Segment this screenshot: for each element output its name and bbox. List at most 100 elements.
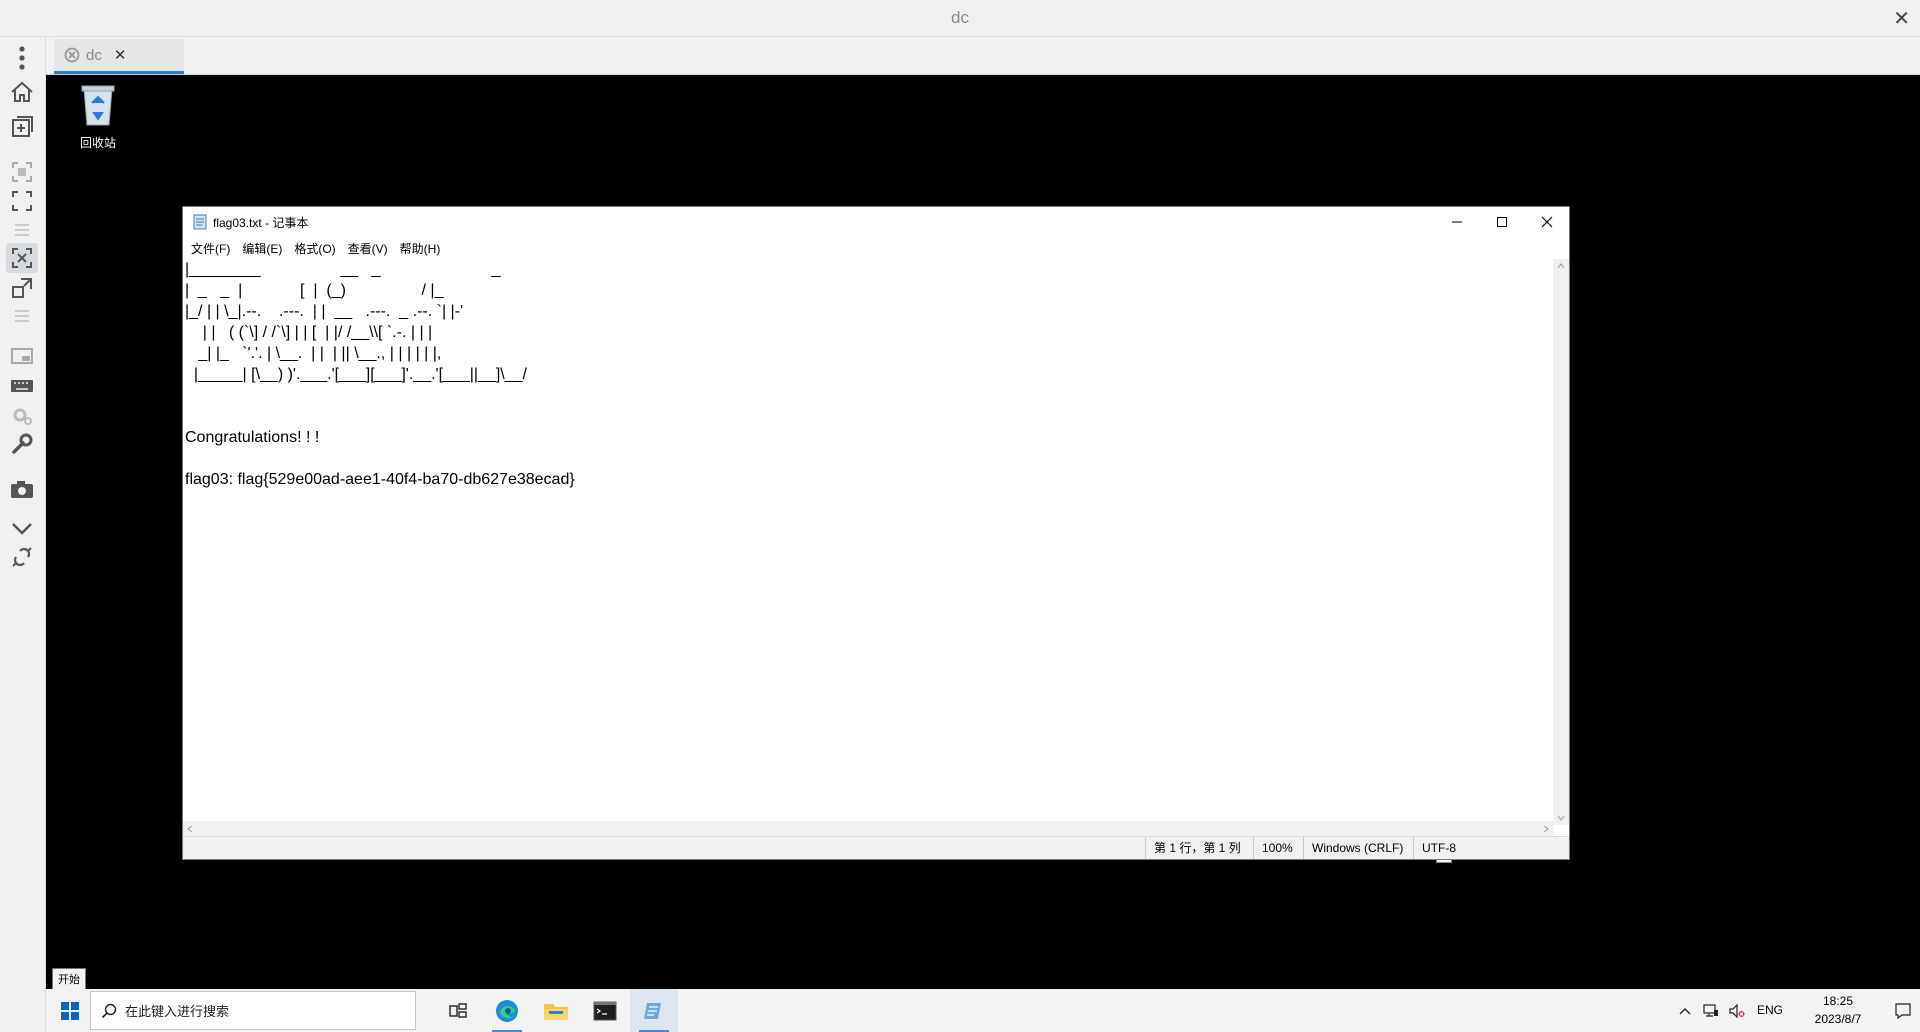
status-zoom: 100%	[1253, 837, 1303, 859]
tab-bar: dc ✕	[46, 37, 1920, 75]
menu-file[interactable]: 文件(F)	[187, 237, 234, 259]
start-button[interactable]	[46, 989, 94, 1032]
list-icon	[15, 310, 29, 322]
windows-logo-icon	[61, 1001, 79, 1020]
home-icon	[11, 81, 33, 102]
taskbar-terminal-button[interactable]	[581, 989, 629, 1032]
menu-format[interactable]: 格式(O)	[290, 237, 339, 259]
minimize-button[interactable]	[1434, 207, 1479, 237]
scroll-up-icon	[1557, 263, 1565, 269]
clock-time: 18:25	[1822, 994, 1854, 1008]
left-toolbar	[0, 37, 46, 1032]
fullscreen-icon	[12, 191, 32, 211]
list-button-2[interactable]	[6, 301, 38, 331]
notepad-menu-bar: 文件(F) 编辑(E) 格式(O) 查看(V) 帮助(H)	[183, 237, 1569, 259]
taskbar-clock[interactable]: 18:25 2023/8/7	[1802, 992, 1874, 1028]
task-view-button[interactable]	[434, 989, 482, 1032]
menu-view[interactable]: 查看(V)	[344, 237, 392, 259]
menu-help[interactable]: 帮助(H)	[396, 237, 445, 259]
tools-button[interactable]	[6, 429, 38, 459]
folder-icon	[544, 1003, 568, 1020]
vertical-scrollbar[interactable]	[1553, 259, 1569, 825]
close-button[interactable]	[1524, 207, 1569, 237]
more-menu-button[interactable]	[6, 43, 38, 73]
horizontal-scrollbar[interactable]	[183, 821, 1553, 837]
app-title: dc	[951, 8, 969, 27]
camera-icon	[11, 481, 33, 498]
recycle-bin-desktop-icon[interactable]: 回收站	[62, 83, 134, 151]
fullscreen-button[interactable]	[6, 186, 38, 216]
home-button[interactable]	[6, 77, 38, 107]
scroll-down-icon	[1557, 815, 1565, 821]
notepad-status-bar: 第 1 行，第 1 列 100% Windows (CRLF) UTF-8	[183, 836, 1569, 859]
notepad-taskbar-icon	[644, 1002, 661, 1019]
maximize-icon	[1496, 217, 1507, 227]
keyboard-button[interactable]	[6, 371, 38, 401]
input-language-indicator[interactable]: ENG	[1757, 1003, 1783, 1017]
notepad-title-bar[interactable]: flag03.txt - 记事本	[183, 207, 1569, 237]
list-button-1[interactable]	[6, 215, 38, 245]
maximize-button[interactable]	[1479, 207, 1524, 237]
fit-screen-icon	[12, 162, 32, 182]
screenshot-button[interactable]	[6, 474, 38, 504]
notepad-title: flag03.txt - 记事本	[213, 216, 309, 230]
notification-icon	[1895, 1002, 1911, 1019]
scale-button[interactable]	[6, 243, 38, 273]
resize-icon	[12, 278, 32, 298]
notification-center-button[interactable]	[1888, 989, 1918, 1032]
monitor-icon	[11, 348, 33, 364]
scroll-right-icon	[1543, 825, 1549, 833]
show-hidden-icons-button[interactable]	[1673, 989, 1697, 1032]
search-icon	[101, 1003, 117, 1018]
menu-edit[interactable]: 编辑(E)	[238, 237, 286, 259]
edge-browser-icon	[496, 999, 518, 1022]
status-cursor-position: 第 1 行，第 1 列	[1145, 837, 1253, 859]
network-status-button[interactable]	[1699, 989, 1723, 1032]
broken-link-icon	[12, 547, 32, 567]
tab-label: dc	[86, 46, 102, 64]
windows-taskbar: 在此键入进行搜索 ENG 18:25 2023/8/7	[46, 989, 1920, 1032]
taskbar-search-input[interactable]: 在此键入进行搜索	[90, 991, 416, 1030]
taskbar-notepad-button[interactable]	[630, 989, 678, 1032]
close-icon	[1541, 216, 1552, 228]
collapse-button[interactable]	[6, 513, 38, 543]
keyboard-icon	[11, 380, 33, 392]
status-encoding: UTF-8	[1413, 837, 1553, 859]
app-close-button[interactable]: ✕	[1893, 6, 1910, 31]
network-icon	[1703, 1003, 1718, 1017]
search-placeholder: 在此键入进行搜索	[125, 1004, 230, 1019]
app-title-bar: dc ✕	[0, 0, 1920, 37]
connection-status-icon	[64, 47, 80, 63]
disconnect-button[interactable]	[6, 542, 38, 572]
volume-button[interactable]	[1725, 989, 1749, 1032]
notepad-app-icon	[193, 214, 207, 230]
taskbar-file-explorer-button[interactable]	[532, 989, 580, 1032]
recycle-bin-icon	[81, 85, 115, 126]
new-connection-button[interactable]	[6, 112, 38, 142]
taskbar-edge-button[interactable]	[483, 989, 531, 1032]
wrench-icon	[12, 433, 33, 454]
add-window-icon	[12, 116, 33, 137]
tab-dc[interactable]: dc ✕	[54, 39, 184, 74]
scroll-left-icon	[187, 825, 193, 833]
more-vertical-icon	[19, 46, 25, 70]
display-button[interactable]	[6, 342, 38, 372]
resize-button[interactable]	[6, 273, 38, 303]
tab-close-button[interactable]: ✕	[114, 46, 127, 64]
notepad-window: flag03.txt - 记事本 文件(F) 编辑(E) 格式(O) 查看(V)…	[182, 206, 1570, 860]
chevron-down-icon	[12, 523, 32, 535]
fit-window-button[interactable]	[6, 157, 38, 187]
list-icon	[15, 224, 29, 236]
gear-icon	[13, 408, 32, 425]
start-tooltip: 开始	[52, 968, 86, 990]
status-line-ending: Windows (CRLF)	[1303, 837, 1413, 859]
command-prompt-icon	[593, 1001, 617, 1020]
notepad-text-area[interactable]: |________ __ _ _ | _ _ | [ | (_) / |_ |_…	[185, 259, 1553, 829]
minimize-icon	[1451, 221, 1462, 223]
task-view-icon	[449, 1002, 467, 1018]
settings-button[interactable]	[6, 400, 38, 430]
remote-desktop[interactable]: 回收站 flag03.txt - 记事本 文件(F) 编辑(E) 格式(O) 查…	[46, 75, 1920, 1032]
clock-date: 2023/8/7	[1814, 1012, 1862, 1026]
volume-muted-icon	[1729, 1003, 1745, 1018]
recycle-bin-label: 回收站	[79, 136, 116, 150]
